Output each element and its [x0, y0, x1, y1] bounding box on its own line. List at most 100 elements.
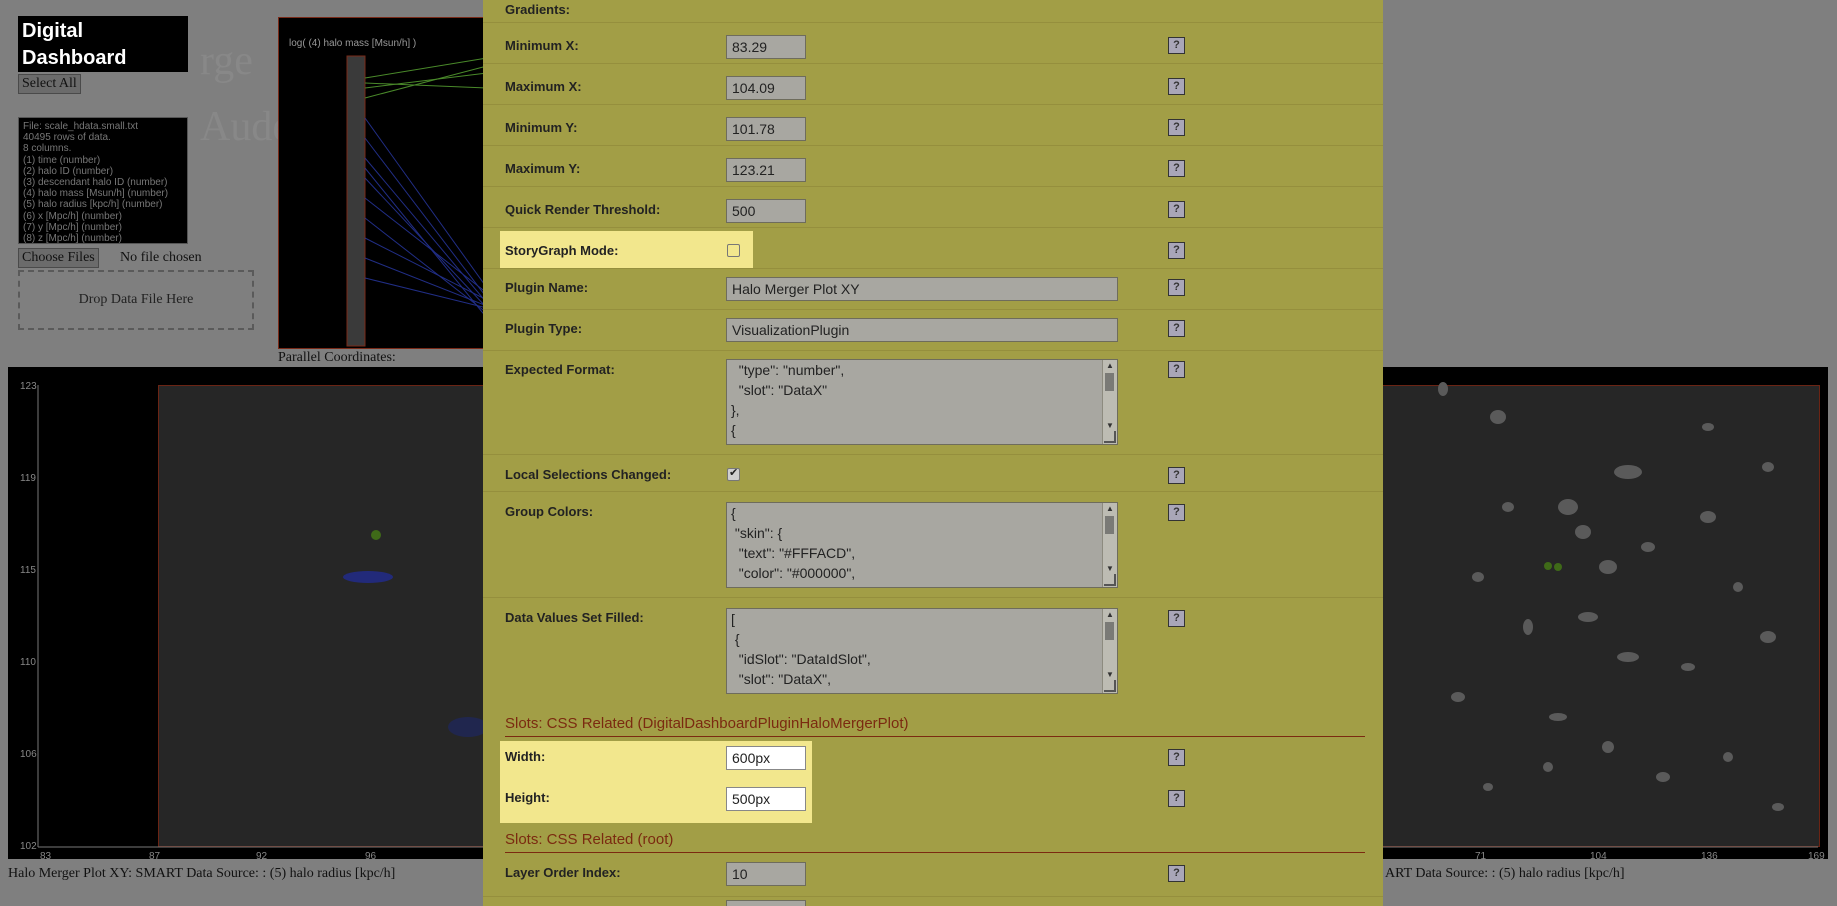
help-icon[interactable]: ?	[1168, 865, 1185, 882]
help-icon[interactable]: ?	[1168, 467, 1185, 484]
storygraph-mode-checkbox[interactable]	[727, 244, 740, 257]
quick-render-threshold-input[interactable]: 500	[726, 199, 806, 223]
data-info-box: File: scale_hdata.small.txt 40495 rows o…	[18, 117, 188, 244]
minimum-y-input[interactable]: 101.78	[726, 117, 806, 141]
help-icon[interactable]: ?	[1168, 78, 1185, 95]
help-icon[interactable]: ?	[1168, 610, 1185, 627]
drop-zone[interactable]: Drop Data File Here	[18, 270, 254, 330]
scroll-thumb[interactable]	[1105, 516, 1114, 534]
resize-grip-icon[interactable]	[1104, 431, 1116, 443]
local-selections-changed-checkbox[interactable]	[727, 466, 740, 481]
parallel-coordinates-panel[interactable]: log( (4) halo mass [Msun/h] )	[278, 17, 488, 349]
scroll-thumb[interactable]	[1105, 622, 1114, 640]
expected-format-textarea[interactable]: "type": "number", "slot": "DataX" }, { ▲…	[726, 359, 1118, 445]
row-maximum-x: Maximum X: 104.09 ?	[483, 63, 1383, 105]
info-line: (2) halo ID (number)	[23, 165, 114, 177]
scroll-thumb[interactable]	[1105, 373, 1114, 391]
info-line: (6) x [Mpc/h] (number)	[23, 210, 122, 222]
row-minimum-x: Minimum X: 83.29 ?	[483, 22, 1383, 64]
help-icon[interactable]: ?	[1168, 790, 1185, 807]
y-tick-label: 115	[20, 565, 36, 576]
textarea-line: [	[731, 611, 735, 627]
choose-files-button[interactable]: Choose Files	[18, 248, 99, 268]
minimum-y-label: Minimum Y:	[505, 120, 578, 135]
maximum-x-input[interactable]: 104.09	[726, 76, 806, 100]
x-tick-label: 71	[1475, 851, 1487, 862]
y-tick-label: 102	[20, 841, 37, 852]
resize-grip-icon[interactable]	[1104, 574, 1116, 586]
x-tick-label: 169	[1808, 851, 1825, 862]
no-file-text: No file chosen	[120, 250, 202, 265]
info-line: 40495 rows of data.	[23, 132, 111, 144]
row-quick-render-threshold: Quick Render Threshold: 500 ?	[483, 186, 1383, 228]
height-input[interactable]: 500px	[726, 787, 806, 811]
row-group-colors: Group Colors: { "skin": { "text": "#FFFA…	[483, 491, 1383, 598]
scatter-caption-right: ART Data Source: : (5) halo radius [kpc/…	[1385, 866, 1625, 881]
help-icon[interactable]: ?	[1168, 361, 1185, 378]
plugin-type-label: Plugin Type:	[505, 321, 583, 336]
row-data-values-set-filled: Data Values Set Filled: [ { "idSlot": "D…	[483, 597, 1383, 705]
textarea-line: "slot": "DataX"	[731, 382, 828, 398]
quick-render-threshold-label: Quick Render Threshold:	[505, 202, 661, 217]
info-line: (3) descendant halo ID (number)	[23, 177, 168, 189]
data-values-set-filled-textarea[interactable]: [ { "idSlot": "DataIdSlot", "slot": "Dat…	[726, 608, 1118, 694]
plugin-name-label: Plugin Name:	[505, 280, 589, 295]
help-icon[interactable]: ?	[1168, 320, 1185, 337]
y-tick-label: 110	[20, 657, 36, 668]
resize-grip-icon[interactable]	[1104, 680, 1116, 692]
layer-order-index-input[interactable]: 10	[726, 862, 806, 886]
row-maximum-y: Maximum Y: 123.21 ?	[483, 145, 1383, 187]
help-icon[interactable]: ?	[1168, 37, 1185, 54]
info-line: File: scale_hdata.small.txt	[23, 121, 139, 132]
textarea-line: "slot": "DataX",	[731, 671, 832, 687]
help-icon[interactable]: ?	[1168, 242, 1185, 259]
info-line: (4) halo mass [Msun/h] (number)	[23, 188, 169, 200]
group-colors-textarea[interactable]: { "skin": { "text": "#FFFACD", "color": …	[726, 502, 1118, 588]
help-icon[interactable]: ?	[1168, 504, 1185, 521]
row-layer-order-index: Layer Order Index: 10 ?	[483, 855, 1383, 897]
textarea-line: {	[731, 505, 736, 521]
scroll-up-icon[interactable]: ▲	[1106, 504, 1114, 513]
width-input[interactable]: 600px	[726, 746, 806, 770]
row-local-selections-changed: Local Selections Changed: ?	[483, 454, 1383, 492]
group-colors-label: Group Colors:	[505, 504, 594, 519]
parallel-caption: Parallel Coordinates:	[278, 350, 396, 365]
x-tick-label: 83	[40, 851, 52, 862]
x-tick-label: 136	[1701, 851, 1718, 862]
scroll-down-icon[interactable]: ▼	[1106, 564, 1114, 573]
plugin-type-input[interactable]: VisualizationPlugin	[726, 318, 1118, 342]
textarea-line: "skin": {	[731, 525, 783, 541]
scroll-down-icon[interactable]: ▼	[1106, 670, 1114, 679]
help-icon[interactable]: ?	[1168, 160, 1185, 177]
help-icon[interactable]: ?	[1168, 279, 1185, 296]
y-tick-label: 106	[20, 749, 37, 760]
section-css-plugin-heading: Slots: CSS Related (DigitalDashboardPlug…	[505, 715, 1365, 737]
plugin-name-input[interactable]: Halo Merger Plot XY	[726, 277, 1118, 301]
scroll-up-icon[interactable]: ▲	[1106, 361, 1114, 370]
dashboard-logo: Digital Dashboard	[18, 16, 188, 72]
storygraph-mode-label: StoryGraph Mode:	[505, 243, 619, 258]
scroll-up-icon[interactable]: ▲	[1106, 610, 1114, 619]
scroll-down-icon[interactable]: ▼	[1106, 421, 1114, 430]
help-icon[interactable]: ?	[1168, 201, 1185, 218]
help-icon[interactable]: ?	[1168, 119, 1185, 136]
x-tick-label: 87	[149, 851, 161, 862]
row-gradients: Gradients:	[483, 0, 1383, 23]
data-values-set-filled-label: Data Values Set Filled:	[505, 610, 644, 625]
info-line: (1) time (number)	[23, 154, 101, 166]
info-line: (5) halo radius [kpc/h] (number)	[23, 199, 163, 211]
textarea-line: },	[731, 402, 740, 418]
help-icon[interactable]: ?	[1168, 749, 1185, 766]
textarea-line: {	[731, 422, 736, 438]
minimum-x-input[interactable]: 83.29	[726, 35, 806, 59]
next-field-input[interactable]	[726, 900, 806, 906]
gradients-label: Gradients:	[505, 2, 571, 17]
info-line: (7) y [Mpc/h] (number)	[23, 221, 122, 233]
row-plugin-name: Plugin Name: Halo Merger Plot XY ?	[483, 268, 1383, 310]
parallel-lines	[346, 55, 487, 347]
textarea-line: "text": "#FFFACD",	[731, 545, 856, 561]
maximum-y-input[interactable]: 123.21	[726, 158, 806, 182]
section-css-root-heading: Slots: CSS Related (root)	[505, 831, 1365, 853]
select-all-button[interactable]: Select All	[18, 74, 81, 94]
scatter-caption-left: Halo Merger Plot XY: SMART Data Source: …	[8, 866, 396, 881]
